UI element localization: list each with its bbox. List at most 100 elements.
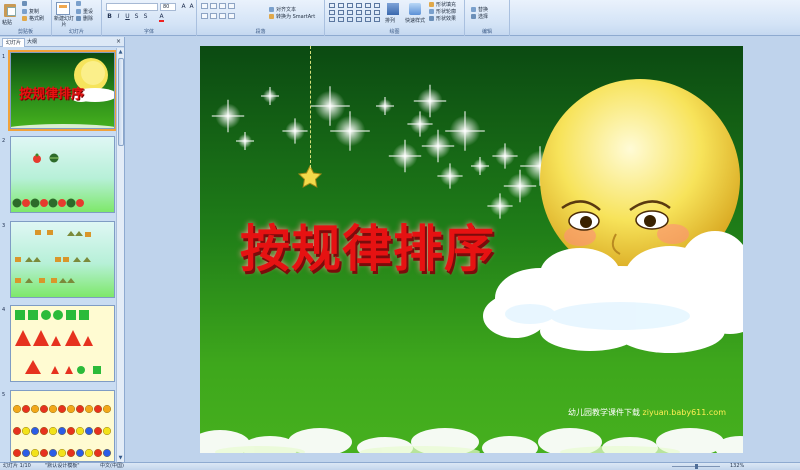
drawing-group-label: 绘图	[389, 29, 400, 35]
scrollbar-thumb[interactable]	[118, 58, 124, 146]
new-slide-button[interactable]: 新建幻灯片	[53, 16, 75, 28]
shadow-button[interactable]: S	[142, 13, 149, 20]
format-painter-icon	[22, 16, 27, 21]
decrease-indent-icon[interactable]	[219, 3, 226, 9]
align-text-label: 对齐文本	[276, 7, 297, 13]
shape-fill-button[interactable]: 形状填充	[429, 1, 456, 8]
arrange-button[interactable]: 排列	[385, 17, 395, 24]
align-text-button[interactable]: 对齐文本	[269, 6, 296, 13]
thumbnail-3-art	[15, 230, 91, 283]
replace-icon	[471, 7, 476, 12]
panel-tabs: 幻灯片 大纲 ×	[0, 37, 124, 47]
slide-thumbnail-5[interactable]	[10, 390, 115, 462]
credit-label: 幼儿园教学课件下载	[568, 408, 640, 417]
paste-label: 粘贴	[2, 20, 13, 26]
shapes-gallery[interactable]	[329, 3, 381, 22]
paint-bucket-icon	[429, 2, 434, 7]
slides-group-label: 幻灯片	[68, 29, 84, 35]
language: 中文(中国)	[100, 463, 124, 469]
credit-text: 幼儿园教学课件下载 ziyuan.baby611.com	[568, 407, 726, 418]
delete-button[interactable]: 删除	[76, 15, 93, 22]
reset-button[interactable]: 重设	[76, 8, 93, 15]
paste-sheet-icon	[7, 7, 16, 16]
shape-outline-label: 形状轮廓	[436, 9, 457, 15]
quick-styles-button[interactable]: 快速样式	[405, 17, 425, 24]
increase-indent-icon[interactable]	[228, 3, 235, 9]
justify-icon[interactable]	[228, 13, 235, 19]
font-size-field[interactable]: 80	[160, 3, 176, 11]
font-group: 80 A A B I U S S A 字体	[102, 0, 197, 36]
credit-url: ziyuan.baby611.com	[642, 408, 726, 417]
reset-icon	[76, 9, 81, 14]
new-slide-icon[interactable]	[56, 2, 70, 15]
shape-outline-button[interactable]: 形状轮廓	[429, 8, 456, 15]
tab-slides[interactable]: 幻灯片	[2, 38, 26, 47]
numbering-icon[interactable]	[210, 3, 217, 9]
editing-group-label: 编辑	[481, 29, 492, 35]
convert-smartart-button[interactable]: 转换为 SmartArt	[269, 13, 315, 20]
thumbnail-1-title: 按规律排序	[19, 87, 85, 102]
thumbnail-2-art	[12, 153, 84, 208]
grow-font-icon[interactable]: A	[180, 3, 187, 10]
scissors-icon	[22, 1, 27, 6]
thumbnail-number: 5	[2, 392, 6, 398]
theme-name: "默认设计模板"	[45, 463, 80, 469]
arrange-icon[interactable]	[387, 3, 399, 15]
thumbnail-number: 4	[2, 307, 6, 313]
slides-group: 新建幻灯片 重设 删除 幻灯片	[52, 0, 102, 36]
star-icon	[297, 164, 323, 188]
thumbnail-number: 3	[2, 223, 6, 229]
font-name-field[interactable]	[106, 3, 158, 11]
scroll-up-icon[interactable]: ▲	[117, 48, 124, 56]
slide-thumbnail-3[interactable]	[10, 221, 115, 298]
reset-label: 重设	[83, 9, 94, 15]
paste-button[interactable]: 粘贴	[2, 2, 17, 26]
select-button[interactable]: 选择	[471, 13, 488, 20]
scroll-down-icon[interactable]: ▼	[117, 454, 124, 462]
zoom-slider-handle[interactable]	[695, 464, 698, 469]
font-color-icon[interactable]: A	[158, 13, 165, 22]
format-painter-button[interactable]: 格式刷	[22, 15, 44, 22]
align-text-icon	[269, 7, 274, 12]
strikethrough-button[interactable]: S	[133, 13, 140, 20]
bullets-icon[interactable]	[201, 3, 208, 9]
underline-button[interactable]: U	[124, 13, 131, 20]
replace-button[interactable]: 替换	[471, 6, 488, 13]
format-painter-label: 格式刷	[29, 16, 45, 22]
align-left-icon[interactable]	[201, 13, 208, 19]
copy-label: 复制	[29, 9, 40, 15]
select-label: 选择	[478, 14, 489, 20]
editing-group: 替换 选择 编辑	[465, 0, 510, 36]
bold-button[interactable]: B	[106, 13, 113, 20]
zoom-level[interactable]: 132%	[730, 463, 744, 470]
slide-title[interactable]: 按规律排序	[240, 209, 495, 281]
align-center-icon[interactable]	[210, 13, 217, 19]
slide-thumbnail-4[interactable]	[10, 305, 115, 382]
quick-styles-icon[interactable]	[409, 3, 421, 15]
shape-effects-button[interactable]: 形状效果	[429, 15, 456, 22]
cut-button[interactable]	[22, 1, 29, 6]
convert-smartart-label: 转换为 SmartArt	[276, 14, 316, 20]
quick-styles-label: 快速样式	[405, 18, 426, 24]
copy-button[interactable]: 复制	[22, 8, 39, 15]
slide-thumbnail-2[interactable]	[10, 136, 115, 213]
replace-label: 替换	[478, 7, 489, 13]
slide-canvas[interactable]: 按规律排序 幼儿园教学课件下载 ziyuan.baby611.com	[200, 46, 743, 453]
close-icon[interactable]: ×	[116, 38, 121, 45]
copy-icon	[22, 9, 27, 14]
layout-button[interactable]	[76, 1, 83, 6]
thumbnail-4-art	[15, 310, 101, 374]
tab-outline[interactable]: 大纲	[24, 38, 40, 47]
align-right-icon[interactable]	[219, 13, 226, 19]
star-string	[310, 46, 311, 168]
italic-button[interactable]: I	[115, 13, 122, 20]
thumbnail-number: 2	[2, 138, 6, 144]
shrink-font-icon[interactable]: A	[188, 3, 195, 10]
slide-thumbnail-1[interactable]: 按规律排序	[8, 50, 117, 131]
panel-scrollbar[interactable]: ▲ ▼	[116, 48, 124, 462]
shape-fill-label: 形状填充	[436, 2, 457, 8]
delete-label: 删除	[83, 16, 94, 22]
font-group-label: 字体	[143, 29, 154, 35]
slide-count: 幻灯片 1/10	[3, 463, 31, 469]
drawing-group: 排列 快速样式 形状填充 形状轮廓 形状效果 绘图	[325, 0, 465, 36]
